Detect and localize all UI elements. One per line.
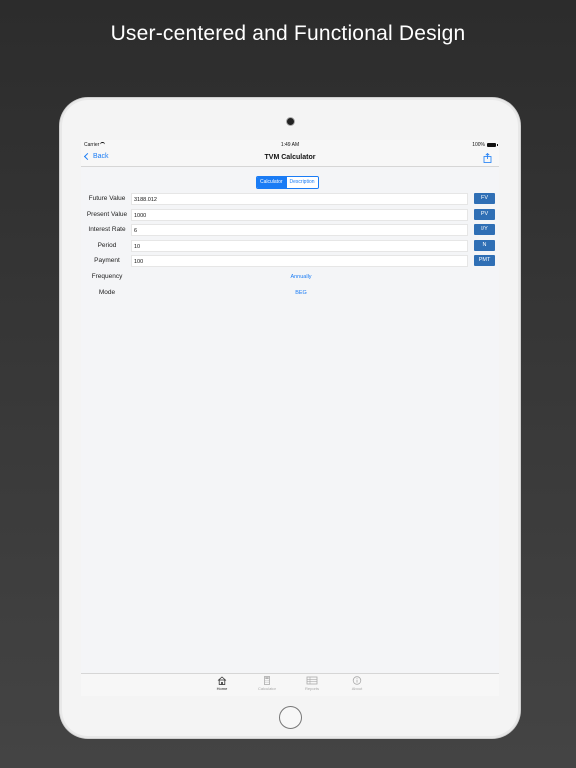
headline: User-centered and Functional Design [110, 22, 466, 45]
tab-bar: Home Calculator Reports About [81, 673, 499, 696]
battery-level: 100% [472, 142, 485, 148]
ipad-frame: Carrier 1:49 AM 100% Back TVM Calculator… [60, 98, 520, 738]
n-button[interactable]: N [474, 239, 495, 251]
segment-calculator[interactable]: Calculator [257, 177, 286, 188]
tab-home[interactable]: Home [207, 676, 237, 691]
home-button[interactable] [279, 706, 302, 729]
period-input[interactable]: 10 [131, 239, 468, 252]
period-row: Period 10 N [81, 239, 499, 253]
future-value-label: Future Value [88, 195, 126, 202]
tab-reports[interactable]: Reports [297, 676, 327, 691]
status-bar: Carrier 1:49 AM 100% [81, 140, 499, 150]
present-value-label: Present Value [86, 210, 128, 218]
payment-label: Payment [94, 257, 120, 264]
tab-calculator[interactable]: Calculator [252, 676, 282, 691]
future-value-input[interactable]: 3188.012 [131, 193, 468, 205]
iy-button[interactable]: I/Y [474, 224, 495, 235]
tab-about-label: About [351, 686, 363, 691]
status-time: 1:49 AM [280, 142, 300, 148]
interest-rate-label: Interest Rate [88, 226, 126, 233]
interest-rate-input[interactable]: 6 [131, 224, 468, 236]
calculator-content: Calculator Description Future Value 3188… [81, 167, 499, 673]
segmented-control: Calculator Description [256, 176, 319, 189]
info-icon [352, 676, 362, 685]
battery: 100% [472, 142, 498, 148]
frequency-selector[interactable]: Annually [81, 270, 499, 284]
battery-icon [487, 143, 498, 147]
pv-button[interactable]: PV [474, 208, 495, 220]
segment-description[interactable]: Description [285, 177, 318, 188]
interest-rate-row: Interest Rate 6 I/Y [81, 223, 499, 237]
reports-icon [306, 676, 318, 685]
tab-about[interactable]: About [342, 676, 372, 691]
payment-input[interactable]: 100 [131, 255, 468, 267]
tab-reports-label: Reports [304, 686, 319, 691]
page-title: TVM Calculator [264, 154, 316, 161]
present-value-row: Present Value 1000 PV [81, 208, 499, 222]
frequency-row: Frequency Annually [81, 270, 499, 284]
present-value-input[interactable]: 1000 [131, 208, 468, 221]
calculator-icon [264, 676, 270, 685]
mode-selector[interactable]: BEG [81, 286, 499, 300]
period-label: Period [97, 241, 117, 249]
payment-row: Payment 100 PMT [81, 254, 499, 268]
home-icon [217, 676, 227, 685]
share-icon[interactable] [483, 153, 492, 163]
app-screen: Carrier 1:49 AM 100% Back TVM Calculator… [81, 140, 499, 696]
fv-button[interactable]: FV [474, 193, 495, 204]
nav-bar: Back TVM Calculator [81, 150, 499, 167]
tab-calculator-label: Calculator [257, 686, 276, 691]
future-value-row: Future Value 3188.012 FV [81, 192, 499, 206]
camera [287, 118, 294, 125]
mode-row: Mode BEG [81, 286, 499, 300]
tab-home-label: Home [216, 686, 228, 691]
pmt-button[interactable]: PMT [474, 255, 495, 266]
